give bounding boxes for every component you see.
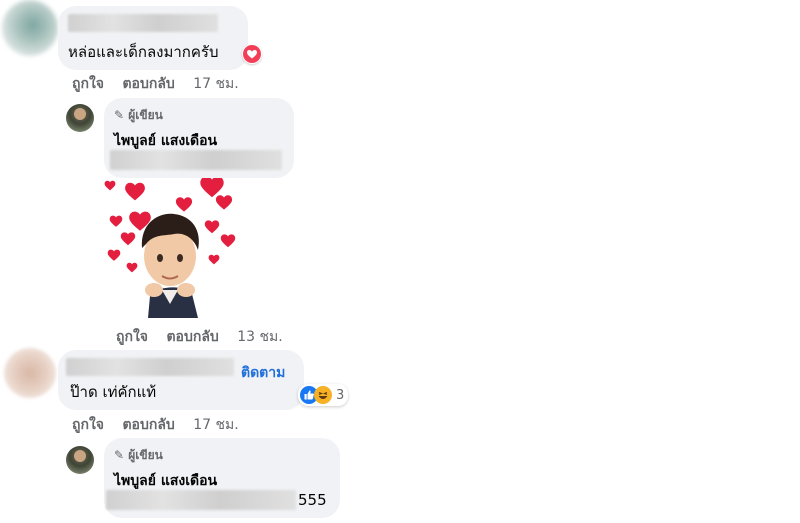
like-button[interactable]: ถูกใจ (72, 417, 104, 433)
comment-text: หล่อและเด็กลงมากครับ (68, 43, 219, 61)
reply-button[interactable]: ตอบกลับ (166, 329, 218, 345)
redacted-name (68, 14, 218, 32)
commenter-avatar[interactable] (4, 348, 56, 398)
comment-actions: ถูกใจ ตอบกลับ 17 ชม. (72, 414, 239, 436)
heart-reaction-icon[interactable] (242, 44, 262, 64)
timestamp[interactable]: 13 ชม. (237, 329, 282, 345)
pencil-icon: ✎ (114, 108, 125, 122)
reply-bubble: ✎ ผู้เขียน ไพบูลย์ แสงเดือน 555 (104, 438, 340, 518)
redacted-name (66, 358, 234, 376)
comment-bubble: หล่อและเด็กลงมากครับ (58, 6, 248, 70)
author-name[interactable]: ไพบูลย์ แสงเดือน (114, 130, 217, 152)
timestamp[interactable]: 17 ชม. (193, 417, 238, 433)
redacted-text (110, 150, 282, 170)
like-button[interactable]: ถูกใจ (116, 329, 148, 345)
reply-actions: ถูกใจ ตอบกลับ 13 ชม. (116, 326, 283, 348)
haha-reaction-icon (314, 386, 332, 404)
reply-bubble: ✎ ผู้เขียน ไพบูลย์ แสงเดือน (104, 98, 294, 178)
reply-button[interactable]: ตอบกลับ (122, 417, 174, 433)
author-avatar[interactable] (66, 446, 94, 474)
follow-link[interactable]: ติดตาม (241, 362, 285, 384)
author-badge: ✎ ผู้เขียน (114, 448, 163, 462)
reply-text-suffix: 555 (298, 491, 327, 509)
comment-text: ป๊าด เท่คักแท้ (70, 383, 157, 401)
reply-button[interactable]: ตอบกลับ (122, 76, 174, 92)
comment-actions: ถูกใจ ตอบกลับ 17 ชม. (72, 73, 239, 95)
timestamp[interactable]: 17 ชม. (193, 76, 238, 92)
reaction-count: 3 (336, 387, 345, 403)
author-badge: ✎ ผู้เขียน (114, 108, 163, 122)
author-avatar[interactable] (66, 104, 94, 132)
pencil-icon: ✎ (114, 448, 125, 462)
redacted-text (106, 490, 296, 510)
commenter-avatar[interactable] (2, 0, 58, 56)
comment-bubble: ติดตาม ป๊าด เท่คักแท้ (58, 350, 304, 410)
like-button[interactable]: ถูกใจ (72, 76, 104, 92)
author-name[interactable]: ไพบูลย์ แสงเดือน (114, 470, 217, 492)
hearts-avatar-sticker (100, 176, 240, 320)
reactions-summary[interactable]: 3 (298, 384, 349, 406)
